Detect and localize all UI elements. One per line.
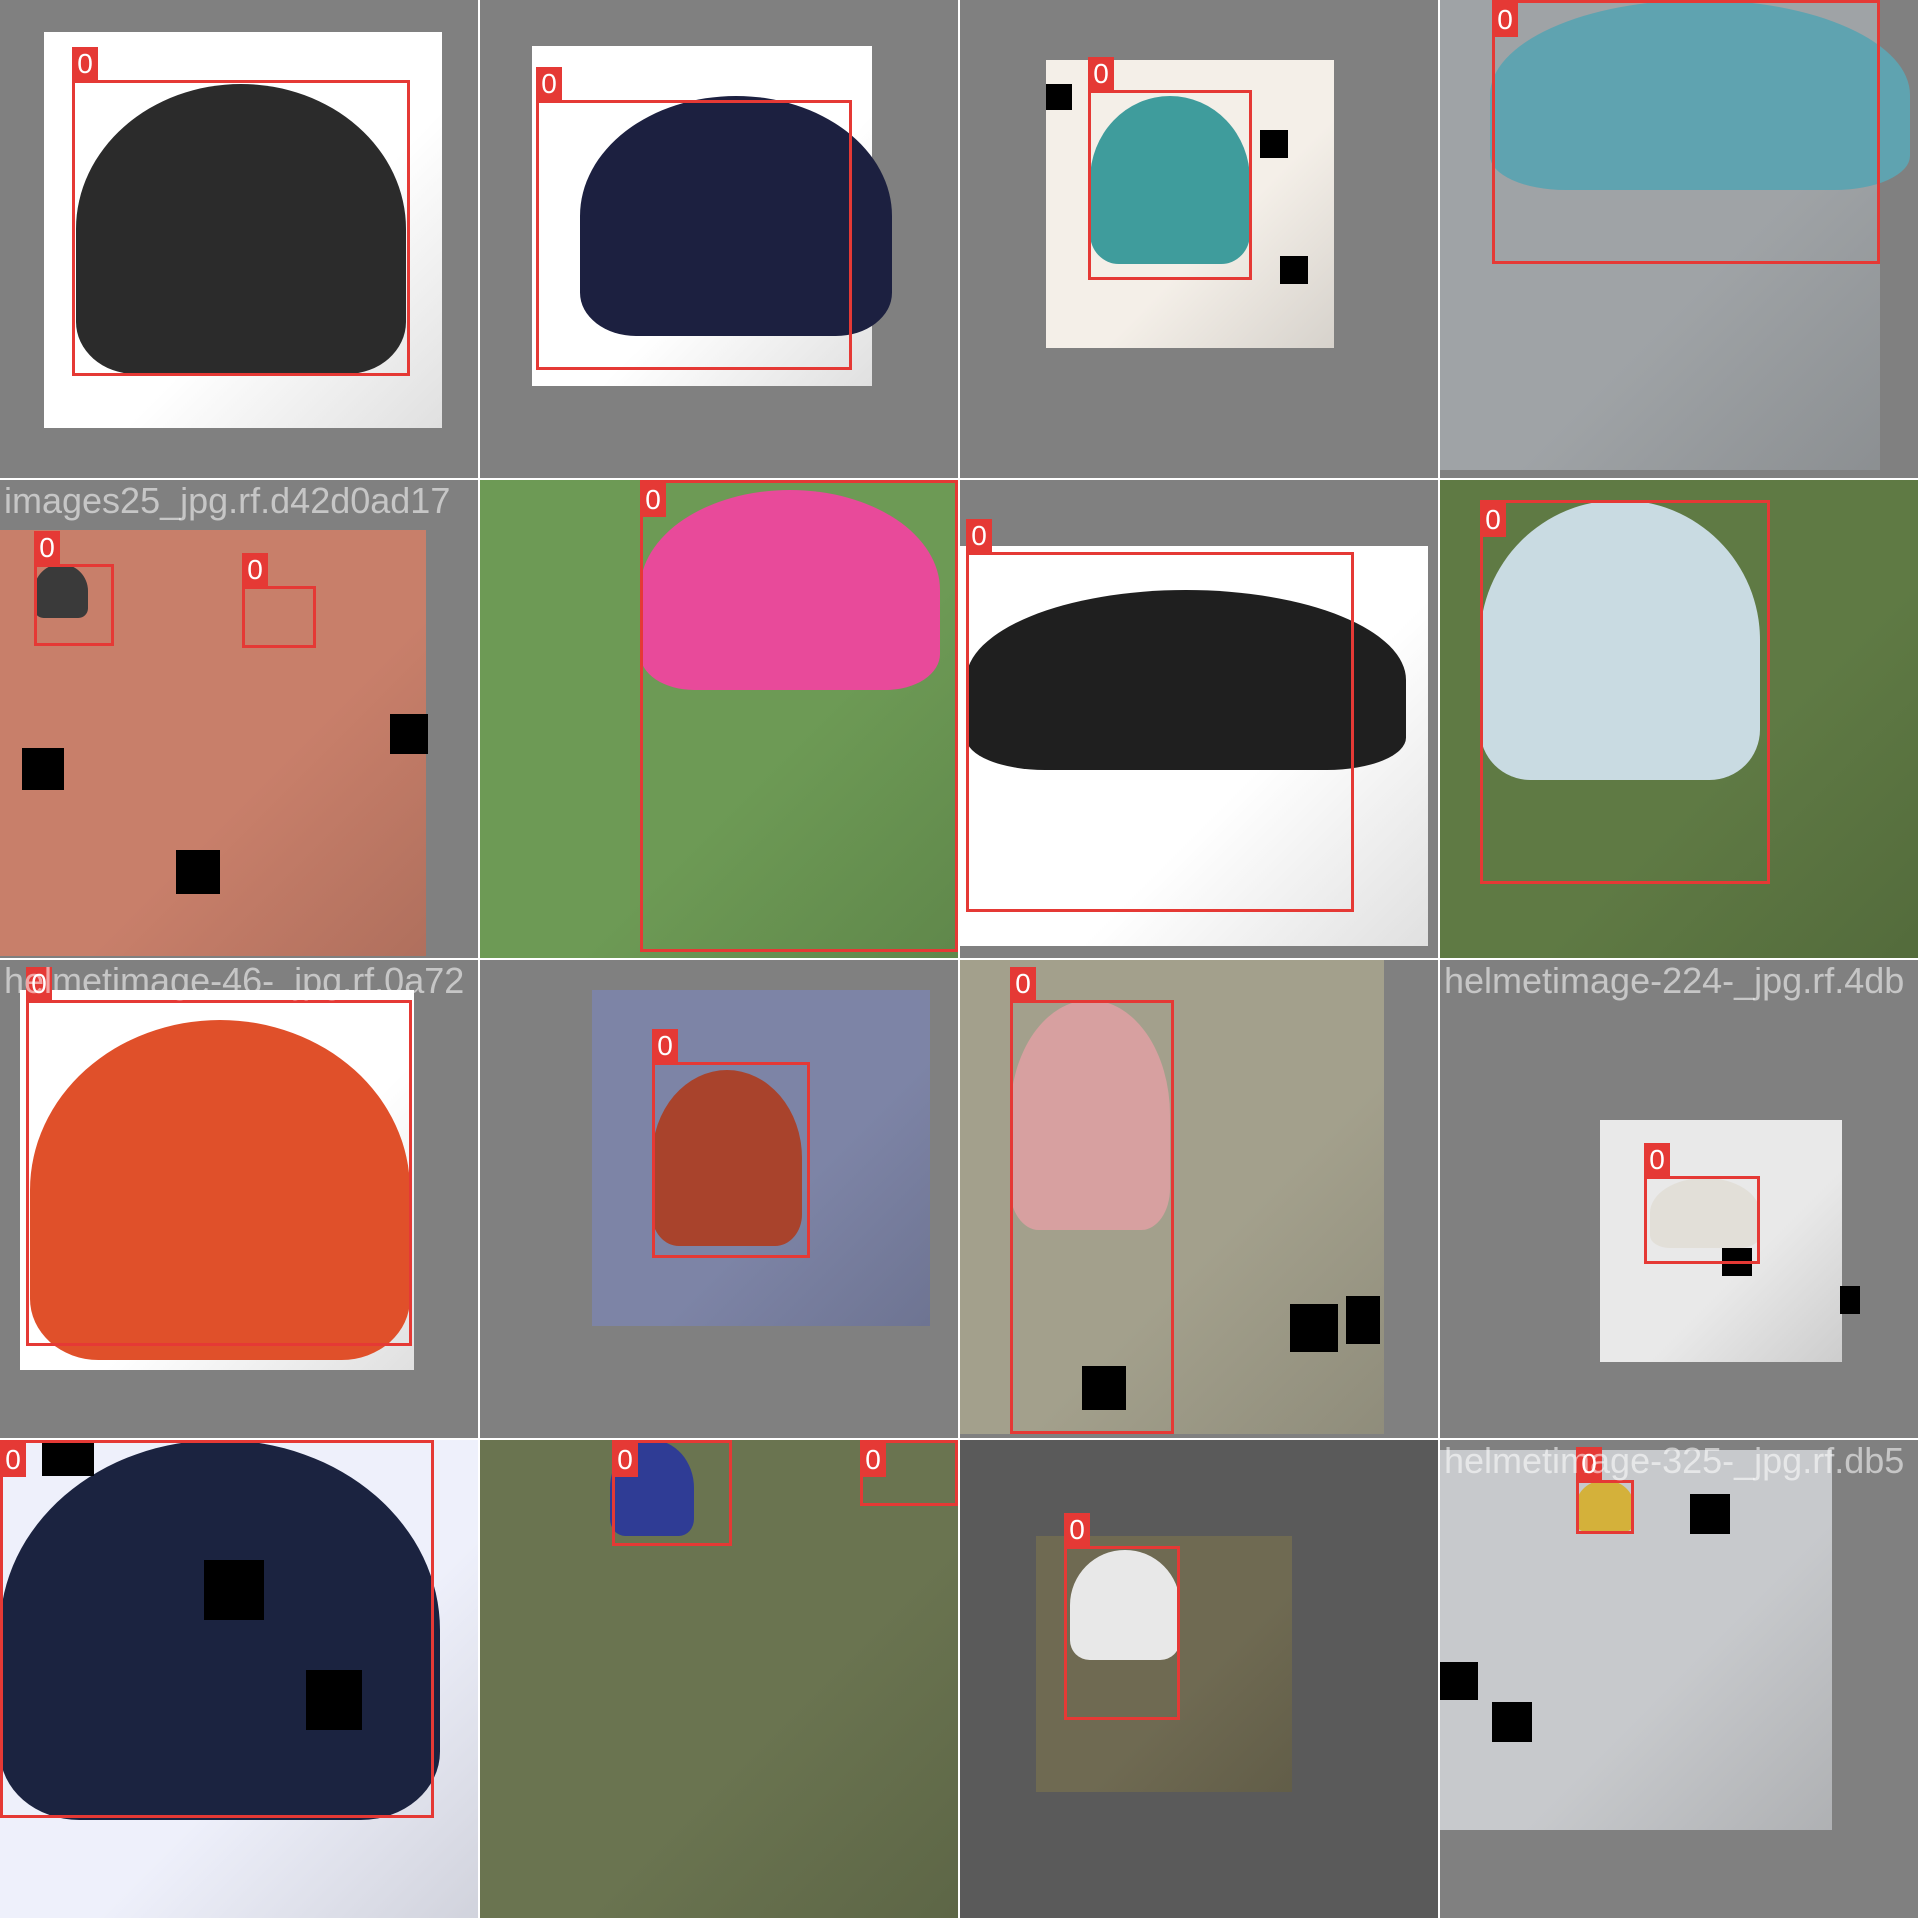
bounding-box: 0 <box>72 47 410 376</box>
image-tile: 0 <box>0 1440 478 1918</box>
bounding-box: 0 <box>34 531 114 646</box>
occlusion-mask <box>1290 1304 1338 1352</box>
occlusion-mask <box>1440 1662 1478 1700</box>
class-label: 0 <box>860 1443 886 1477</box>
bounding-box: 0 <box>242 553 316 648</box>
bounding-box: 0 <box>860 1440 958 1506</box>
class-label: 0 <box>34 531 60 565</box>
bounding-box: 0 <box>652 1029 810 1258</box>
occlusion-mask <box>176 850 220 894</box>
occlusion-mask <box>1346 1296 1380 1344</box>
occlusion-mask <box>22 748 64 790</box>
tile-filename-caption: helmetimage-46-_jpg.rf.0a72 <box>4 960 465 1001</box>
image-tile: 00 <box>480 1440 958 1918</box>
image-tile: 0 <box>960 0 1438 478</box>
bounding-box: 0 <box>966 519 1354 912</box>
bounding-box: 0 <box>1644 1143 1760 1264</box>
occlusion-mask <box>1492 1702 1532 1742</box>
image-tile: 0 <box>480 0 958 478</box>
class-label: 0 <box>1064 1513 1090 1547</box>
class-label: 0 <box>1644 1143 1670 1177</box>
occlusion-mask <box>1840 1286 1860 1314</box>
occlusion-mask <box>1690 1494 1730 1534</box>
image-tile: 0 <box>1440 0 1918 478</box>
bounding-box: 0 <box>1064 1513 1180 1720</box>
class-label: 0 <box>1088 57 1114 91</box>
occlusion-mask <box>390 714 428 754</box>
image-tile: 0 <box>480 960 958 1438</box>
class-label: 0 <box>1010 967 1036 1001</box>
bounding-box: 0 <box>0 1440 434 1818</box>
image-tile: 0 helmetimage-224-_jpg.rf.4db <box>1440 960 1918 1438</box>
bounding-box: 0 <box>1576 1447 1634 1534</box>
class-label: 0 <box>966 519 992 553</box>
image-tile: 0 <box>1440 480 1918 958</box>
class-label: 0 <box>652 1029 678 1063</box>
image-tile: 0 helmetimage-46-_jpg.rf.0a72 <box>0 960 478 1438</box>
image-tile: 0 <box>960 1440 1438 1918</box>
tile-filename-caption: helmetimage-224-_jpg.rf.4db <box>1444 960 1905 1001</box>
image-tile: 0 <box>0 0 478 478</box>
image-tile: 0 <box>960 480 1438 958</box>
detection-mosaic: 0 0 0 0 0 0 images25_jpg.rf.d42d0ad17 0 0 0 0 helme… <box>0 0 1920 1920</box>
bounding-box: 0 <box>612 1440 732 1546</box>
image-tile: 0 0 images25_jpg.rf.d42d0ad17 <box>0 480 478 958</box>
bounding-box: 0 <box>1088 57 1252 280</box>
class-label: 0 <box>612 1443 638 1477</box>
class-label: 0 <box>640 483 666 517</box>
class-label: 0 <box>536 67 562 101</box>
class-label: 0 <box>0 1443 26 1477</box>
class-label: 0 <box>72 47 98 81</box>
class-label: 0 <box>1480 503 1506 537</box>
class-label: 0 <box>1492 3 1518 37</box>
class-label: 0 <box>242 553 268 587</box>
image-tile: 0 helmetimage-325-_jpg.rf.db5 <box>1440 1440 1918 1918</box>
image-tile: 0 <box>480 480 958 958</box>
tile-filename-caption: images25_jpg.rf.d42d0ad17 <box>4 480 451 521</box>
image-tile: 0 <box>960 960 1438 1438</box>
tile-photo <box>1440 1450 1832 1830</box>
bounding-box: 0 <box>640 480 958 952</box>
tile-filename-caption: helmetimage-325-_jpg.rf.db5 <box>1444 1440 1905 1481</box>
bounding-box: 0 <box>26 967 412 1346</box>
bounding-box: 0 <box>1492 0 1880 264</box>
bounding-box: 0 <box>536 67 852 370</box>
occlusion-mask <box>1280 256 1308 284</box>
occlusion-mask <box>1260 130 1288 158</box>
bounding-box: 0 <box>1480 500 1770 884</box>
occlusion-mask <box>1046 84 1072 110</box>
bounding-box: 0 <box>1010 967 1174 1434</box>
